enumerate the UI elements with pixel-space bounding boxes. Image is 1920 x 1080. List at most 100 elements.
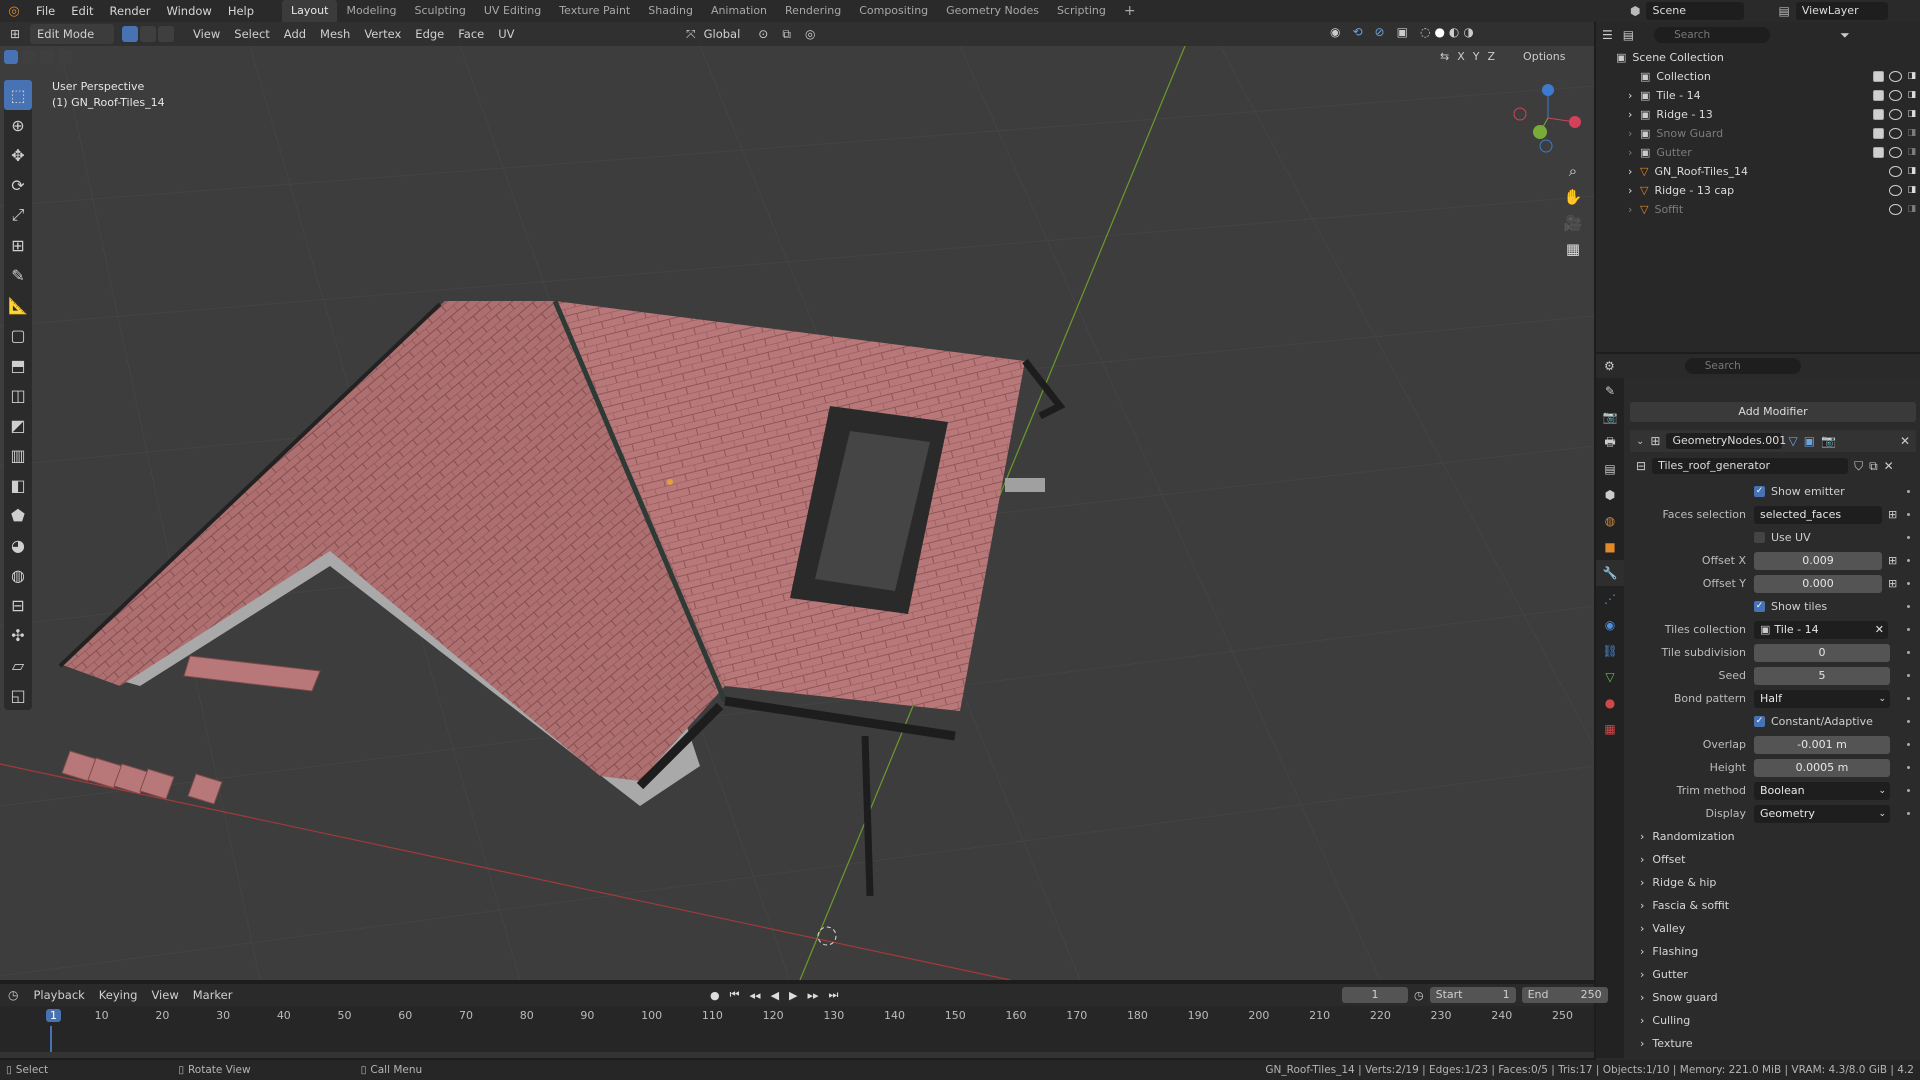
offset-x-field[interactable]: 0.009 [1754,551,1882,570]
subpanel-header[interactable]: › Flashing [1626,940,1920,963]
rip-tool-icon[interactable]: ◱ [4,680,32,710]
menu-add[interactable]: Add [277,24,313,44]
menu-render[interactable]: Render [102,0,159,22]
material-tab-icon[interactable]: ● [1596,690,1624,716]
select-subtract-button[interactable] [40,50,54,64]
camera-view-icon[interactable]: 🎥 [1560,210,1586,236]
particles-tab-icon[interactable]: ⋰ [1596,586,1624,612]
seed-field[interactable]: 5 [1754,666,1890,685]
outliner-row[interactable]: › ▣ Snow Guard ◨ [1596,124,1920,143]
spin-tool-icon[interactable]: ◕ [4,530,32,560]
subpanel-header[interactable]: › Ridge & hip [1626,871,1920,894]
attribute-toggle-icon[interactable]: ⊞ [1888,508,1897,521]
timeline-body[interactable]: 1 10 20 30 40 50 60 70 80 90 100 110 120 130 140 150 160… [0,1006,1594,1058]
knife-tool-icon[interactable]: ◧ [4,470,32,500]
outliner-row[interactable]: › ▣ Ridge - 13 ◨ [1596,105,1920,124]
subpanel-header[interactable]: › Offset [1626,848,1920,871]
timeline-scrollbar[interactable] [0,1052,1594,1058]
menu-window[interactable]: Window [158,0,219,22]
edge-select-mode-button[interactable] [140,26,156,42]
visibility-eye-icon[interactable] [1889,71,1903,82]
render-tab-icon[interactable]: 📷 [1596,404,1624,430]
menu-select[interactable]: Select [227,24,276,44]
mode-selector[interactable]: Edit Mode [30,24,114,44]
display-dropdown[interactable]: Geometry ⌄ [1754,804,1890,823]
physics-tab-icon[interactable]: ◉ [1596,612,1624,638]
render-camera-icon[interactable]: ◨ [1907,147,1916,158]
subpanel-header[interactable]: › Culling [1626,1009,1920,1032]
vertex-select-mode-button[interactable] [122,26,138,42]
menu-mesh[interactable]: Mesh [313,24,357,44]
menu-view[interactable]: View [186,24,227,44]
rendered-shading-icon[interactable]: ◑ [1463,25,1473,39]
outliner-row[interactable]: › ▣ Gutter ◨ [1596,143,1920,162]
gizmo-icon[interactable]: ⟲ [1352,25,1362,39]
exclude-checkbox[interactable] [1873,90,1885,101]
transform-tool-icon[interactable]: ⊞ [4,230,32,260]
marker-menu[interactable]: Marker [186,985,240,1005]
scene-tab-icon[interactable]: ⬢ [1596,482,1624,508]
use-uv-checkbox[interactable] [1754,532,1765,543]
faces-selection-field[interactable]: selected_faces [1754,505,1882,524]
collapse-chevron-icon[interactable]: ⌄ [1636,436,1644,447]
render-camera-icon[interactable]: ◨ [1907,166,1916,177]
shrink-fatten-tool-icon[interactable]: ✣ [4,620,32,650]
modifier-name-field[interactable]: GeometryNodes.001 [1666,433,1786,449]
smooth-tool-icon[interactable]: ◍ [4,560,32,590]
offset-x-attribute-icon[interactable]: ⊞ [1888,554,1897,567]
pan-hand-icon[interactable]: ✋ [1560,184,1586,210]
exclude-checkbox[interactable] [1873,128,1885,139]
annotate-tool-icon[interactable]: ✎ [4,260,32,290]
tab-texture-paint[interactable]: Texture Paint [550,0,639,22]
tab-sculpting[interactable]: Sculpting [406,0,475,22]
visibility-eye-icon[interactable] [1889,166,1903,177]
add-cube-tool-icon[interactable]: ▢ [4,320,32,350]
outliner-row[interactable]: ▣ Collection ◨ [1596,67,1920,86]
tab-animation[interactable]: Animation [702,0,776,22]
tab-compositing[interactable]: Compositing [850,0,937,22]
offset-y-attribute-icon[interactable]: ⊞ [1888,577,1897,590]
tab-scripting[interactable]: Scripting [1048,0,1115,22]
render-camera-icon[interactable]: ◨ [1907,90,1916,101]
visibility-eye-icon[interactable] [1889,90,1903,101]
node-group-field[interactable]: Tiles_roof_generator [1652,458,1849,474]
menu-uv[interactable]: UV [491,24,521,44]
shear-tool-icon[interactable]: ▱ [4,650,32,680]
editor-type-icon[interactable]: ⊞ [0,27,30,41]
outliner-row[interactable]: › ▣ Tile - 14 ◨ [1596,86,1920,105]
extrude-tool-icon[interactable]: ⬒ [4,350,32,380]
move-tool-icon[interactable]: ✥ [4,140,32,170]
material-shading-icon[interactable]: ◐ [1449,25,1459,39]
offset-y-field[interactable]: 0.000 [1754,574,1882,593]
menu-edit[interactable]: Edit [63,0,101,22]
unlink-icon[interactable]: ✕ [1884,459,1894,473]
outliner-row[interactable]: › ▽ GN_Roof-Tiles_14 ◨ [1596,162,1920,181]
visibility-eye-icon[interactable] [1889,109,1903,120]
expand-chevron-icon[interactable]: › [1628,203,1640,216]
ortho-grid-icon[interactable]: ▦ [1560,236,1586,262]
current-frame-field[interactable]: 1 [1342,987,1408,1003]
subpanel-header[interactable]: › Gutter [1626,963,1920,986]
measure-tool-icon[interactable]: 📐 [4,290,32,320]
next-key-icon[interactable]: ▸▸ [808,989,819,1002]
start-frame-field[interactable]: Start 1 [1429,987,1516,1003]
trim-method-dropdown[interactable]: Boolean ⌄ [1754,781,1890,800]
axis-x-toggle[interactable]: X [1457,50,1465,63]
face-select-mode-button[interactable] [158,26,174,42]
subpanel-header[interactable]: › Valley [1626,917,1920,940]
scene-collection-row[interactable]: ▣ Scene Collection [1596,48,1920,67]
render-camera-icon[interactable]: ◨ [1907,71,1916,82]
render-camera-icon[interactable]: ◨ [1907,185,1916,196]
outliner-row[interactable]: › ▽ Soffit ◨ [1596,200,1920,219]
render-camera-icon[interactable]: ◨ [1907,109,1916,120]
properties-search-input[interactable]: Search [1684,358,1801,374]
edit-mode-toggle-icon[interactable]: ▽ [1788,434,1797,448]
timeline-editor-icon[interactable]: ◷ [8,988,18,1002]
menu-vertex[interactable]: Vertex [357,24,408,44]
playback-menu[interactable]: Playback [26,985,91,1005]
clock-icon[interactable]: ◷ [1414,989,1424,1002]
solid-shading-icon[interactable]: ● [1434,25,1444,39]
select-extend-button[interactable] [22,50,36,64]
outliner-editor-icon[interactable]: ☰ [1602,28,1613,42]
visibility-eye-icon[interactable] [1889,204,1903,215]
